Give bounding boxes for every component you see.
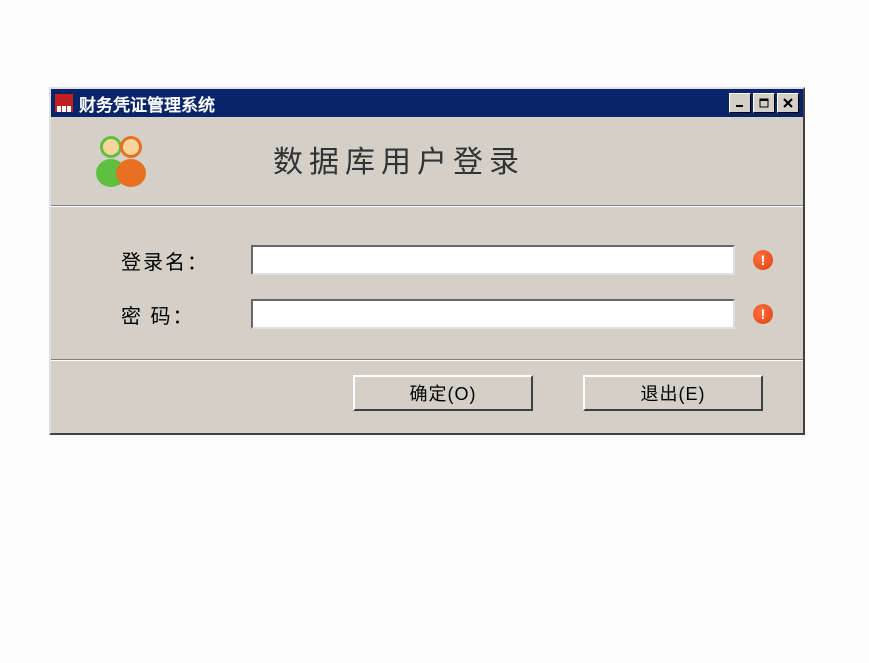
warning-icon: ! (753, 250, 773, 270)
app-icon (55, 94, 73, 112)
minimize-icon (735, 98, 745, 108)
button-section: 确定(O) 退出(E) (51, 361, 803, 433)
titlebar: 财务凭证管理系统 (51, 89, 803, 117)
close-icon (783, 98, 793, 108)
warning-icon: ! (753, 304, 773, 324)
password-row: 密 码： ! (121, 299, 773, 329)
password-input[interactable] (251, 299, 735, 329)
titlebar-buttons (729, 93, 799, 113)
form-section: 登录名： ! 密 码： ! (51, 207, 803, 360)
close-button[interactable] (777, 93, 799, 113)
header-section: 数据库用户登录 (51, 117, 803, 206)
login-dialog-window: 财务凭证管理系统 数据库用户登录 (49, 87, 805, 435)
maximize-icon (759, 98, 769, 108)
username-row: 登录名： ! (121, 245, 773, 275)
dialog-heading: 数据库用户登录 (273, 137, 525, 181)
ok-button[interactable]: 确定(O) (353, 375, 533, 411)
username-input[interactable] (251, 245, 735, 275)
minimize-button[interactable] (729, 93, 751, 113)
username-label: 登录名： (121, 246, 251, 275)
exit-button[interactable]: 退出(E) (583, 375, 763, 411)
password-label: 密 码： (121, 300, 251, 329)
titlebar-left: 财务凭证管理系统 (55, 91, 215, 116)
maximize-button[interactable] (753, 93, 775, 113)
window-title: 财务凭证管理系统 (79, 91, 215, 116)
users-icon (91, 131, 153, 187)
